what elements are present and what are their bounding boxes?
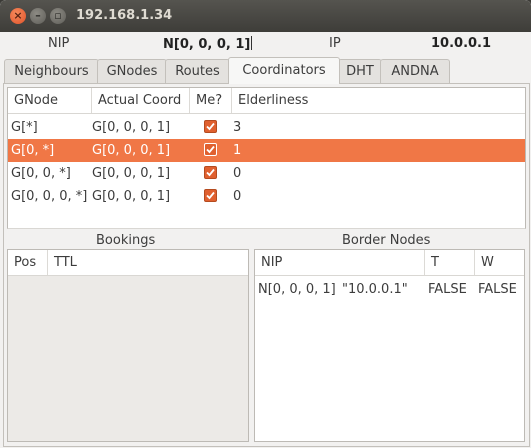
cell-gnode: G[0, 0, *] xyxy=(11,166,71,181)
nip-label: NIP xyxy=(48,36,70,51)
cell-elderliness: 0 xyxy=(233,166,242,181)
column-header-w[interactable]: W xyxy=(475,250,524,275)
cell-actual-coord: G[0, 0, 0, 1] xyxy=(92,143,171,158)
column-header-pos[interactable]: Pos xyxy=(8,250,48,275)
column-header-t[interactable]: T xyxy=(425,250,475,275)
tab-gnodes[interactable]: GNodes xyxy=(97,59,167,83)
cell-elderliness: 0 xyxy=(233,189,242,204)
text-cursor xyxy=(251,36,253,50)
cell-w: FALSE xyxy=(478,282,517,297)
nip-value-text: N[0, 0, 0, 1] xyxy=(163,37,251,52)
ip-label: IP xyxy=(329,36,341,51)
me-checkbox[interactable] xyxy=(204,120,217,133)
tab-andna[interactable]: ANDNA xyxy=(380,59,450,83)
tab-routes[interactable]: Routes xyxy=(165,59,230,83)
column-header-ttl[interactable]: TTL xyxy=(48,250,248,275)
app-window: × – ▫ 192.168.1.34 NIP N[0, 0, 0, 1] IP … xyxy=(0,0,531,448)
tab-coordinators[interactable]: Coordinators xyxy=(228,57,340,84)
table-row[interactable]: G[0, 0, 0, *] G[0, 0, 0, 1] 0 xyxy=(8,185,525,208)
ip-value: 10.0.0.1 xyxy=(431,36,492,51)
minimize-window-button[interactable]: – xyxy=(30,8,46,24)
close-window-button[interactable]: × xyxy=(10,8,26,24)
cell-nip: N[0, 0, 0, 1] xyxy=(258,282,336,297)
cell-elderliness: 3 xyxy=(233,120,242,135)
border-nodes-title: Border Nodes xyxy=(342,233,431,248)
table-row-selected[interactable]: G[0, *] G[0, 0, 0, 1] 1 xyxy=(8,139,525,162)
bookings-table: Pos TTL xyxy=(7,249,249,442)
window-title: 192.168.1.34 xyxy=(76,8,173,23)
tab-dht[interactable]: DHT xyxy=(338,59,382,83)
coordinators-table: GNode Actual Coord Me? Elderliness G[*] … xyxy=(7,87,526,229)
column-header-elderliness[interactable]: Elderliness xyxy=(232,88,525,113)
cell-t: FALSE xyxy=(428,282,467,297)
cell-actual-coord: G[0, 0, 0, 1] xyxy=(92,166,171,181)
cell-actual-coord: G[0, 0, 0, 1] xyxy=(92,189,171,204)
table-header: NIP T W xyxy=(255,250,524,276)
table-header: GNode Actual Coord Me? Elderliness xyxy=(8,88,525,114)
bookings-title: Bookings xyxy=(96,233,156,248)
me-checkbox[interactable] xyxy=(204,143,217,156)
cell-gnode: G[*] xyxy=(11,120,38,135)
table-row[interactable]: G[*] G[0, 0, 0, 1] 3 xyxy=(8,116,525,139)
table-row[interactable]: N[0, 0, 0, 1] "10.0.0.1" FALSE FALSE xyxy=(255,278,524,301)
column-header-gnode[interactable]: GNode xyxy=(8,88,92,113)
cell-gnode: G[0, *] xyxy=(11,143,55,158)
nip-value[interactable]: N[0, 0, 0, 1] xyxy=(163,36,253,52)
me-checkbox[interactable] xyxy=(204,189,217,202)
coordinators-panel: GNode Actual Coord Me? Elderliness G[*] … xyxy=(3,83,530,447)
border-nodes-table: NIP T W N[0, 0, 0, 1] "10.0.0.1" FALSE F… xyxy=(254,249,525,442)
cell-gnode: G[0, 0, 0, *] xyxy=(11,189,88,204)
cell-elderliness: 1 xyxy=(233,143,242,158)
maximize-window-button[interactable]: ▫ xyxy=(50,8,66,24)
title-bar: × – ▫ 192.168.1.34 xyxy=(0,0,531,32)
column-header-me[interactable]: Me? xyxy=(190,88,232,113)
table-row[interactable]: G[0, 0, *] G[0, 0, 0, 1] 0 xyxy=(8,162,525,185)
column-header-actual-coord[interactable]: Actual Coord xyxy=(92,88,190,113)
me-checkbox[interactable] xyxy=(204,166,217,179)
node-info-bar: NIP N[0, 0, 0, 1] IP 10.0.0.1 xyxy=(0,32,531,56)
cell-ip: "10.0.0.1" xyxy=(342,282,408,297)
cell-actual-coord: G[0, 0, 0, 1] xyxy=(92,120,171,135)
tab-bar: Neighbours GNodes Routes Coordinators DH… xyxy=(0,57,531,84)
table-header: Pos TTL xyxy=(8,250,248,276)
column-header-nip[interactable]: NIP xyxy=(255,250,425,275)
tab-neighbours[interactable]: Neighbours xyxy=(4,59,99,83)
